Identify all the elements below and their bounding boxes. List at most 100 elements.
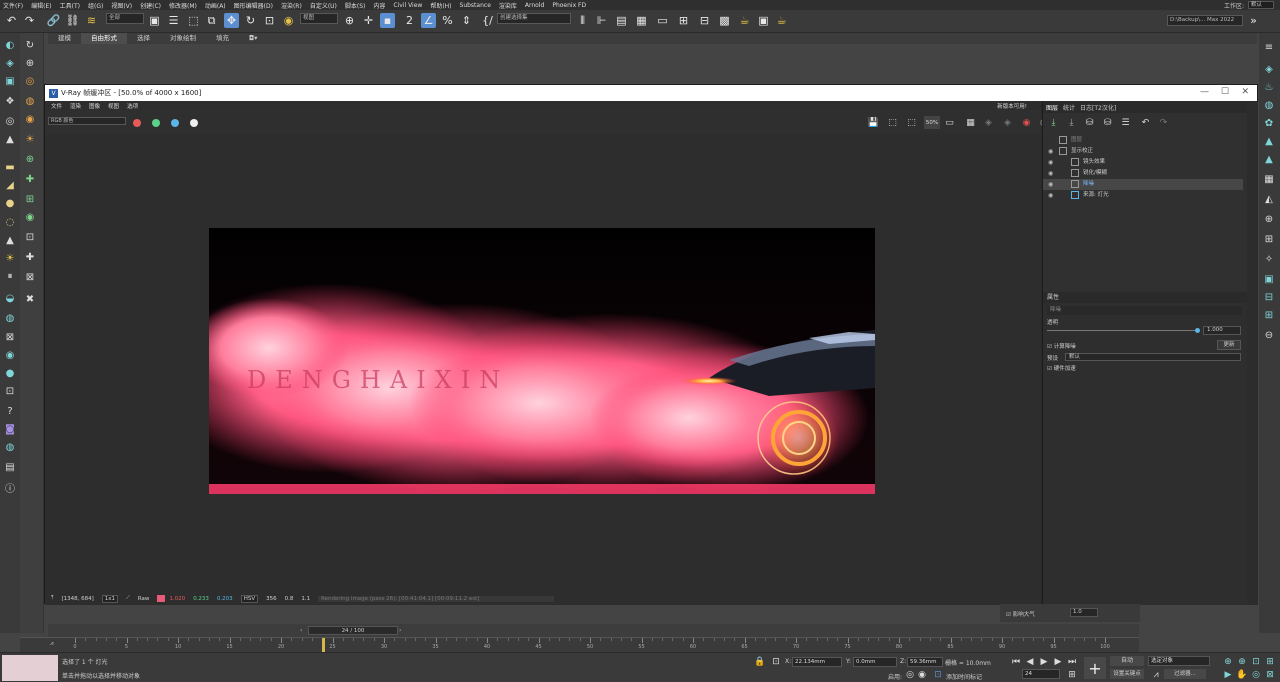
vray-tool-10-icon[interactable]: ⊡ <box>24 231 36 243</box>
ribbon-options-icon[interactable]: ◘▾ <box>239 33 267 44</box>
link-icon[interactable]: 🔗 <box>46 13 61 28</box>
unlink-icon[interactable]: ⛓ <box>65 13 80 28</box>
window-crossing-icon[interactable]: ⧉ <box>204 13 219 28</box>
selected-objects-dropdown[interactable]: 选定对象 <box>1148 656 1210 666</box>
zoom-50-button[interactable]: 50% <box>924 116 940 129</box>
channel-dropdown[interactable]: RGB 颜色 <box>48 117 126 125</box>
hw-accel-checkbox[interactable]: ☑ 硬件加速 <box>1047 364 1076 372</box>
ribbon-tab-selection[interactable]: 选择 <box>127 33 160 44</box>
display-icon[interactable]: ▲ <box>4 133 16 145</box>
vfb-menu-options[interactable]: 选项 <box>127 102 138 110</box>
render-stop-icon[interactable]: ◉ <box>1020 116 1033 129</box>
torus-icon[interactable]: ◌ <box>4 216 16 228</box>
vray-tool-8-icon[interactable]: ⊞ <box>24 193 36 205</box>
menu-item[interactable]: 创建(C) <box>140 1 161 10</box>
preset-dropdown[interactable]: 默认 <box>1065 353 1241 361</box>
undo-icon[interactable]: ↶ <box>4 13 19 28</box>
save-image-icon[interactable]: 💾 <box>867 116 880 129</box>
next-key-icon[interactable]: ▶ <box>1052 656 1064 668</box>
time-tag-icon[interactable]: ⊡ <box>932 669 944 681</box>
rt-tool-1-icon[interactable]: ◈ <box>1263 63 1275 75</box>
rt-tool-7-icon[interactable]: ▦ <box>1263 173 1275 185</box>
vray-tool-13-icon[interactable]: ✖ <box>24 293 36 305</box>
menu-item[interactable]: 动画(A) <box>205 1 226 10</box>
save-layers-icon[interactable]: ⛁ <box>1083 116 1096 129</box>
ratio-dropdown[interactable]: 1x1 <box>101 594 118 603</box>
globe-icon[interactable]: ◉ <box>4 349 16 361</box>
menu-item[interactable]: Substance <box>460 2 491 9</box>
red-channel-button[interactable] <box>133 119 141 127</box>
undo-layer-icon[interactable]: ↶ <box>1139 116 1152 129</box>
menu-item[interactable]: 编辑(E) <box>31 1 51 10</box>
color-space-dropdown[interactable]: HSV <box>240 594 259 603</box>
rt-tool-5-icon[interactable]: ▲ <box>1263 135 1275 147</box>
menu-item[interactable]: 图形编辑器(D) <box>234 1 273 10</box>
play-icon[interactable]: ▶ <box>1038 656 1050 668</box>
tab-stats[interactable]: 统计 <box>1063 103 1075 112</box>
align-tool-icon[interactable]: ⊠ <box>4 331 16 343</box>
add-layer-icon[interactable]: ⤓ <box>1047 116 1060 129</box>
expand-panel-icon[interactable]: ≡ <box>1263 41 1275 53</box>
tab-layers[interactable]: 图层 <box>1046 103 1058 112</box>
zoom-all-icon[interactable]: ⊕ <box>1236 656 1248 668</box>
cone-icon[interactable]: ◢ <box>4 179 16 191</box>
hierarchy-icon[interactable]: ❖ <box>4 95 16 107</box>
pause-icon[interactable]: ⏸ <box>4 270 16 282</box>
material-editor-icon[interactable]: ▩ <box>717 13 732 28</box>
fov-icon[interactable]: ▶ <box>1222 669 1234 681</box>
motion-icon[interactable]: ◎ <box>4 115 16 127</box>
named-selection-icon[interactable]: {/ <box>480 13 495 28</box>
vray-light-icon[interactable]: ☀ <box>24 133 36 145</box>
affect-atmos-value[interactable]: 1.0 <box>1070 608 1098 617</box>
vray-tool-11-icon[interactable]: ✚ <box>24 251 36 263</box>
selection-region-icon[interactable]: ⊡ <box>4 385 16 397</box>
pan-icon[interactable]: ✋ <box>1236 669 1248 681</box>
snaps-toggle-icon[interactable]: 2 <box>402 13 417 28</box>
vfb-menu-image[interactable]: 图像 <box>89 102 100 110</box>
rt-tool-14-icon[interactable]: ⊞ <box>1263 309 1275 321</box>
rt-tool-4-icon[interactable]: ✿ <box>1263 117 1275 129</box>
light-icon[interactable]: ☀ <box>4 252 16 264</box>
menu-item[interactable]: 文件(F) <box>3 1 23 10</box>
vray-tool-2-icon[interactable]: ⊕ <box>24 57 36 69</box>
redo-layer-icon[interactable]: ↷ <box>1157 116 1170 129</box>
goto-end-icon[interactable]: ⏭ <box>1066 656 1078 668</box>
box-icon[interactable]: ▬ <box>4 161 16 173</box>
select-rotate-icon[interactable]: ↻ <box>243 13 258 28</box>
scene-explorer-icon[interactable]: ▤ <box>614 13 629 28</box>
sphere-tool-icon[interactable]: ● <box>4 367 16 379</box>
green-channel-button[interactable] <box>152 119 160 127</box>
menu-item[interactable]: 工具(T) <box>60 1 80 10</box>
rect-selection-icon[interactable]: ⬚ <box>186 13 201 28</box>
close-icon[interactable]: ✕ <box>1241 87 1249 97</box>
patch-icon[interactable]: ◍ <box>4 312 16 324</box>
viewport-layout-icon[interactable]: ◐ <box>4 39 16 51</box>
zoom-extents-all-icon[interactable]: ⊞ <box>1264 656 1276 668</box>
adaptive-icon[interactable]: ◎ <box>904 669 916 681</box>
menu-item[interactable]: 视图(V) <box>111 1 132 10</box>
track-bar[interactable]: ⩘ 0 5 10 15 20 25 30 35 40 45 50 55 60 65 70 75 80 85 90 95… <box>20 637 1139 652</box>
z-field[interactable]: 59.36mm <box>907 657 943 667</box>
angle-snap-icon[interactable]: ∠ <box>421 13 436 28</box>
update-button[interactable]: 更新 <box>1217 340 1241 350</box>
align-icon[interactable]: ⊩ <box>594 13 609 28</box>
isolate-icon[interactable]: ◉ <box>916 669 928 681</box>
curve-editor-icon[interactable]: ⊞ <box>676 13 691 28</box>
y-field[interactable]: 0.0mm <box>853 657 897 667</box>
vfb-menu-file[interactable]: 文件 <box>51 102 62 110</box>
keyboard-shortcut-icon[interactable]: ▪ <box>380 13 395 28</box>
maximize-viewport-icon[interactable]: ⊠ <box>1264 669 1276 681</box>
ribbon-tab-modeling[interactable]: 建模 <box>48 33 81 44</box>
calc-denoise-checkbox[interactable]: ☑ 计算降噪 <box>1047 342 1076 350</box>
render-production-icon[interactable]: ☕ <box>774 13 789 28</box>
current-frame-marker[interactable] <box>322 638 326 652</box>
orbit-icon[interactable]: ◎ <box>1250 669 1262 681</box>
render-setup-icon[interactable]: ☕ <box>737 13 752 28</box>
expand-icon[interactable]: » <box>1246 13 1261 28</box>
tab-log[interactable]: 日志[T2汉化] <box>1080 103 1116 112</box>
absolute-mode-icon[interactable]: ⊡ <box>770 656 782 668</box>
menu-item[interactable]: Phoenix FD <box>552 2 586 9</box>
minimize-icon[interactable]: — <box>1200 87 1209 97</box>
select-object-icon[interactable]: ▣ <box>147 13 162 28</box>
maximize-icon[interactable]: ☐ <box>1221 87 1229 97</box>
